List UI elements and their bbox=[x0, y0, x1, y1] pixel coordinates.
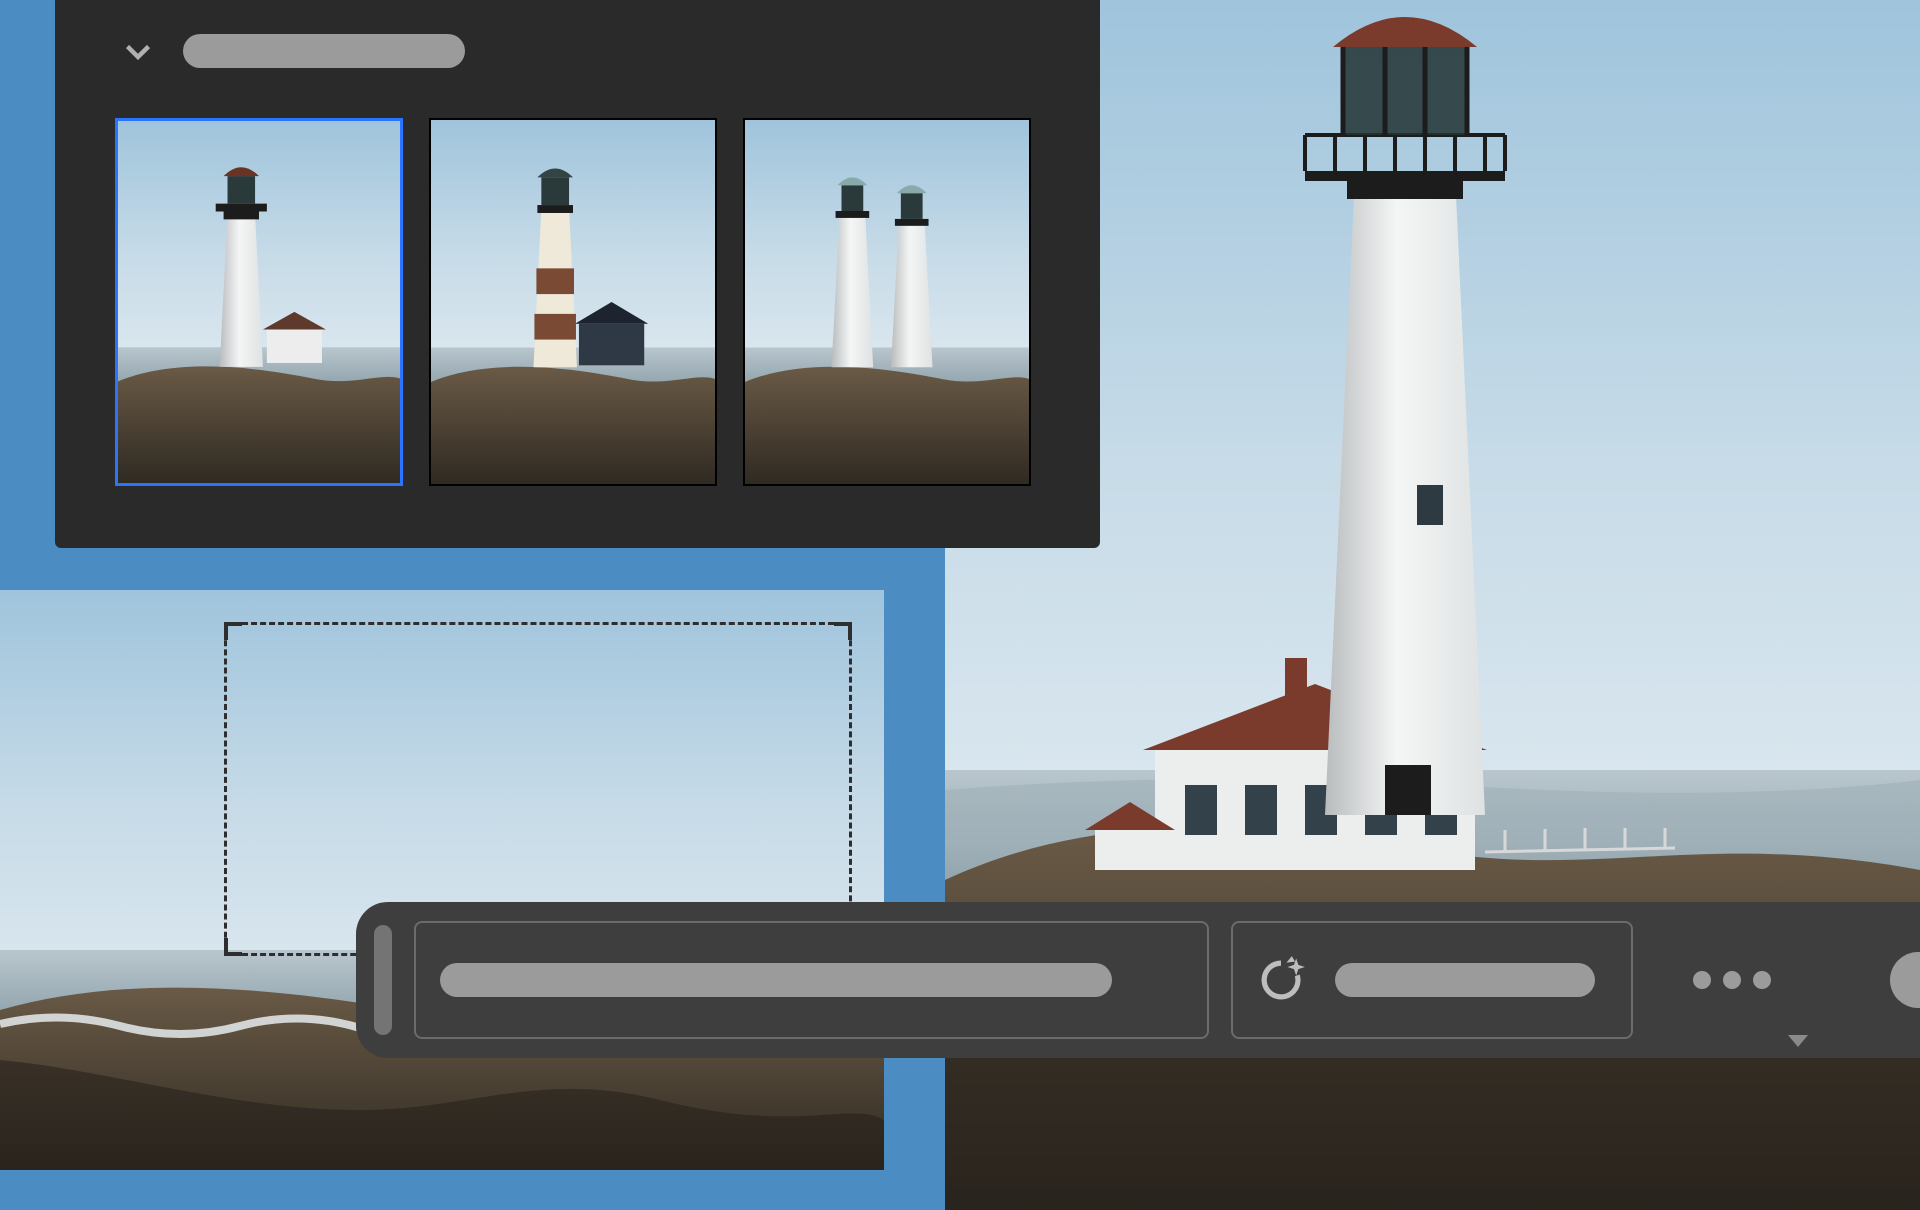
chevron-down-icon bbox=[120, 33, 156, 69]
dot-icon bbox=[1693, 971, 1711, 989]
variations-title-placeholder bbox=[183, 34, 465, 68]
variation-thumb-3[interactable] bbox=[743, 118, 1031, 486]
secondary-image-preview[interactable] bbox=[0, 590, 884, 1170]
dot-icon bbox=[1753, 971, 1771, 989]
variation-thumb-2[interactable] bbox=[429, 118, 717, 486]
prompt-input[interactable] bbox=[414, 921, 1209, 1039]
variation-thumb-1[interactable] bbox=[115, 118, 403, 486]
coast-illustration bbox=[0, 590, 884, 1170]
prompt-placeholder bbox=[440, 963, 1112, 997]
dot-icon bbox=[1723, 971, 1741, 989]
generate-button[interactable] bbox=[1231, 921, 1633, 1039]
generative-prompt-bar bbox=[356, 902, 1920, 1058]
more-options-button[interactable] bbox=[1693, 971, 1771, 989]
generate-sparkle-icon bbox=[1255, 954, 1307, 1006]
variations-panel bbox=[55, 0, 1100, 548]
collapse-toggle[interactable] bbox=[115, 28, 161, 74]
generate-label-placeholder bbox=[1335, 963, 1595, 997]
more-options-caret-icon bbox=[1788, 1034, 1808, 1052]
drag-handle[interactable] bbox=[374, 925, 392, 1035]
overflow-control[interactable] bbox=[1890, 952, 1920, 1008]
variation-thumbnails bbox=[115, 118, 1068, 486]
